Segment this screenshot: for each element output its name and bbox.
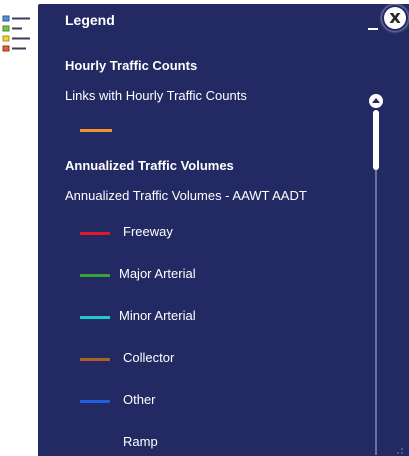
swatch-hourly: [80, 129, 112, 132]
resize-grip-icon[interactable]: [396, 447, 404, 455]
layer-label-hourly: Links with Hourly Traffic Counts: [65, 88, 247, 103]
swatch-major-arterial: [80, 274, 110, 277]
swatch-other: [80, 400, 110, 403]
swatch-minor-arterial: [80, 316, 110, 319]
close-icon[interactable]: x: [384, 7, 406, 29]
section-title-annualized: Annualized Traffic Volumes: [65, 158, 234, 173]
legend-item-minor-arterial: Minor Arterial: [119, 308, 196, 323]
layer-label-annualized: Annualized Traffic Volumes - AAWT AADT: [65, 188, 307, 203]
panel-title: Legend: [65, 12, 115, 28]
scroll-thumb[interactable]: [373, 110, 379, 170]
legend-content: Hourly Traffic Counts Links with Hourly …: [38, 38, 409, 456]
legend-item-major-arterial: Major Arterial: [119, 266, 196, 281]
legend-item-collector: Collector: [123, 350, 175, 365]
legend-widget-stage: Legend x Hourly Traffic Counts Links wit…: [0, 0, 409, 456]
close-glyph: x: [389, 7, 401, 28]
swatch-freeway: [80, 232, 110, 235]
minimize-icon[interactable]: [367, 18, 379, 30]
legend-item-other: Other: [123, 392, 156, 407]
legend-header: Legend x: [38, 4, 409, 38]
legend-item-ramp: Ramp: [123, 434, 158, 449]
legend-item-freeway: Freeway: [123, 224, 173, 239]
swatch-collector: [80, 358, 110, 361]
section-title-hourly: Hourly Traffic Counts: [65, 58, 198, 73]
legend-panel: Legend x Hourly Traffic Counts Links wit…: [38, 4, 409, 456]
scroll-up-icon[interactable]: [369, 94, 383, 108]
